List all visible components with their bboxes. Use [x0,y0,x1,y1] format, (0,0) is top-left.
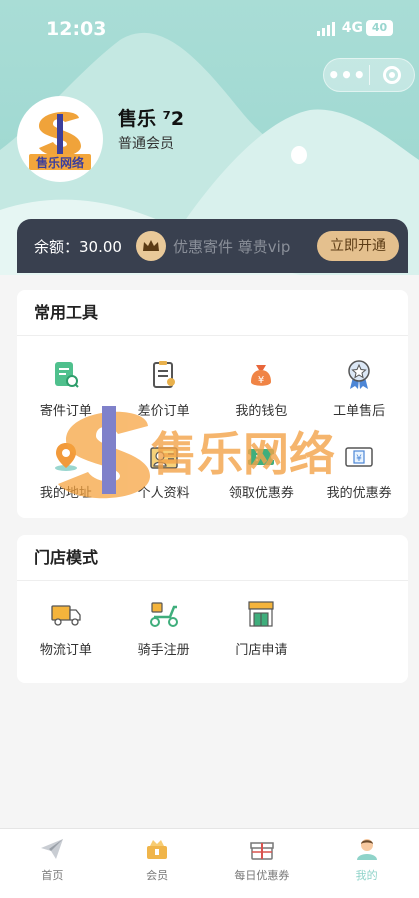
tab-daily-coupon[interactable]: 每日优惠券 [210,829,315,898]
tool-label: 差价订单 [137,404,190,419]
store-logistics-orders[interactable]: 物流订单 [17,585,115,667]
tool-label: 门店申请 [235,643,288,658]
tab-label: 我的 [355,869,378,882]
tool-my-coupons[interactable]: ¥ 我的优惠券 [310,428,408,510]
member-level: 普通会员 [118,136,174,152]
status-bar: 12:03 4G 40 [0,0,419,56]
tool-label: 骑手注册 [137,643,190,658]
member-icon [144,837,170,861]
tab-label: 每日优惠券 [234,869,290,882]
tool-label: 领取优惠券 [228,486,294,501]
gift-icon [249,837,275,861]
map-pin-icon [49,440,83,474]
paper-plane-icon [39,837,65,861]
tools-title: 常用工具 [17,290,408,336]
signal-icon [317,22,335,36]
profile-card-icon [147,440,181,474]
tool-label: 我的优惠券 [326,486,392,501]
vip-banner: 余额：30.00 优惠寄件 尊贵vip 立即开通 [17,219,408,273]
store-apply[interactable]: 门店申请 [213,585,311,667]
tool-after-sales[interactable]: 工单售后 [310,346,408,428]
avatar[interactable]: 售乐网络 [17,96,103,182]
open-vip-button[interactable]: 立即开通 [317,231,399,261]
network-type: 4G [341,20,363,36]
tool-price-diff-orders[interactable]: 差价订单 [115,346,213,428]
tab-home[interactable]: 首页 [0,829,105,898]
award-badge-icon [342,358,376,392]
bottom-tab-bar: 首页 会员 每日优惠券 我的 [0,828,419,898]
scooter-icon [147,597,181,631]
close-target-icon[interactable] [370,66,414,84]
battery-icon: 40 [366,20,393,36]
tool-wallet[interactable]: ¥ 我的钱包 [213,346,311,428]
svg-text:¥: ¥ [356,454,362,464]
clipboard-icon [147,358,181,392]
store-title: 门店模式 [17,535,408,581]
store-card: 门店模式 物流订单 骑手注册 门店申请 [17,535,408,683]
truck-icon [49,597,83,631]
svg-text:¥: ¥ [258,375,264,386]
tool-profile[interactable]: 个人资料 [115,428,213,510]
tool-label: 物流订单 [39,643,92,658]
coupon-icon: ¥ [342,440,376,474]
tool-get-coupon[interactable]: 领取优惠券 [213,428,311,510]
tool-label: 我的地址 [39,486,92,501]
tab-member[interactable]: 会员 [105,829,210,898]
tab-label: 首页 [41,869,64,882]
tool-label: 我的钱包 [235,404,288,419]
more-icon[interactable]: ••• [324,65,369,85]
store-icon [244,597,278,631]
tool-my-address[interactable]: 我的地址 [17,428,115,510]
balance-text: 余额：30.00 [34,237,122,256]
mini-program-capsule: ••• [323,58,415,92]
tool-shipping-orders[interactable]: 寄件订单 [17,346,115,428]
tab-label: 会员 [146,869,169,882]
tool-label: 个人资料 [137,486,190,501]
ticket-icon [244,440,278,474]
user-name: 售乐 ⁷2 [118,108,185,130]
document-search-icon [49,358,83,392]
status-time: 12:03 [46,18,107,40]
tool-label: 寄件订单 [39,404,92,419]
avatar-logo-text: 售乐网络 [36,155,84,170]
tool-label: 工单售后 [333,404,386,419]
tab-mine[interactable]: 我的 [314,829,419,898]
store-rider-register[interactable]: 骑手注册 [115,585,213,667]
user-icon [354,837,380,861]
crown-icon [136,231,166,261]
tools-card: 常用工具 寄件订单 差价订单 ¥ 我的钱包 工单售后 我的地址 个人资料 领取优… [17,290,408,518]
vip-description: 优惠寄件 尊贵vip [173,237,291,256]
brand-logo-icon: 售乐网络 [29,111,91,170]
money-bag-icon: ¥ [244,358,278,392]
